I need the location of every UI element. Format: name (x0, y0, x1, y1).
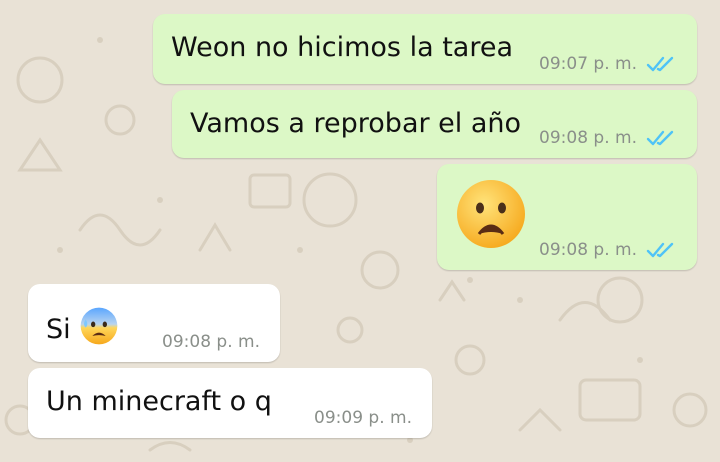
message-meta: 09:08 p. m. (162, 332, 260, 352)
message-time: 09:08 p. m. (539, 128, 637, 148)
anxious-face-with-sweat-icon (80, 307, 117, 345)
message-meta: 09:09 p. m. (314, 408, 412, 428)
message-meta: 09:07 p. m. (539, 54, 677, 74)
message-outgoing-2[interactable]: Vamos a reprobar el año 09:08 p. m. (172, 90, 697, 158)
double-check-icon (646, 56, 674, 72)
message-text: Si (46, 314, 71, 345)
message-time: 09:08 p. m. (162, 332, 260, 352)
message-meta: 09:08 p. m. (539, 240, 677, 260)
message-time: 09:07 p. m. (539, 54, 637, 74)
message-outgoing-1[interactable]: Weon no hicimos la tarea 09:07 p. m. (153, 14, 697, 84)
message-time: 09:09 p. m. (314, 408, 412, 428)
message-outgoing-3[interactable]: 09:08 p. m. (437, 164, 697, 270)
message-text: Un minecraft o q (46, 386, 272, 417)
message-content: Si (46, 306, 119, 346)
double-check-icon (646, 130, 674, 146)
message-text: Vamos a reprobar el año (190, 108, 522, 139)
message-text: Weon no hicimos la tarea (171, 32, 514, 63)
message-incoming-2[interactable]: Un minecraft o q 09:09 p. m. (28, 368, 432, 438)
message-meta: 09:08 p. m. (539, 128, 677, 148)
message-time: 09:08 p. m. (539, 240, 637, 260)
frowning-open-mouth-face-icon (457, 180, 525, 248)
message-incoming-1[interactable]: Si 09:08 p. m. (28, 284, 280, 362)
double-check-icon (646, 242, 674, 258)
